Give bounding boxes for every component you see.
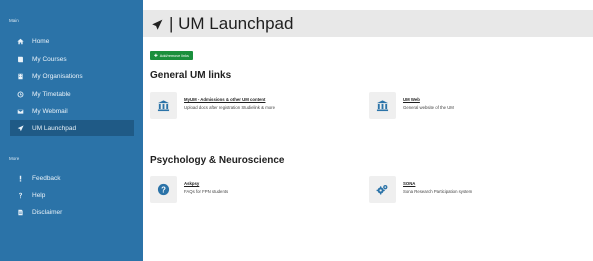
- link-tile-myum[interactable]: [150, 92, 177, 119]
- home-icon: [15, 36, 25, 46]
- sidebar-item-label: My Courses: [32, 55, 67, 63]
- link-desc-sona: Sona Research Participation system: [403, 189, 473, 194]
- question-circle-icon: ?: [157, 183, 170, 196]
- link-card-sona: SONA Sona Research Participation system: [369, 176, 472, 203]
- svg-text:?: ?: [161, 185, 166, 194]
- page-title: | UM Launchpad: [169, 13, 294, 33]
- sidebar-item-label: Feedback: [32, 174, 61, 182]
- sidebar-item-label: Home: [32, 37, 50, 45]
- clock-icon: [15, 89, 25, 99]
- link-desc-umweb: General website of the UM: [403, 105, 454, 110]
- book-icon: [15, 54, 25, 64]
- sidebar-item-label: My Timetable: [32, 90, 71, 98]
- link-tile-sona[interactable]: [369, 176, 396, 203]
- link-desc-askpsy: FAQs for FPN students: [184, 189, 229, 194]
- institution-icon: [376, 100, 389, 112]
- add-remove-links-label: Add/remove links: [159, 53, 189, 58]
- sidebar-item-my-webmail[interactable]: My Webmail: [10, 103, 134, 119]
- sidebar-item-label: My Organisations: [32, 72, 83, 80]
- sidebar: Main Home My Courses My Organisations My…: [0, 0, 143, 261]
- rocket-icon: [151, 18, 163, 30]
- add-remove-links-button[interactable]: ✚ Add/remove links: [150, 51, 193, 60]
- plus-icon: ✚: [154, 52, 158, 58]
- page-header: | UM Launchpad: [143, 10, 593, 37]
- sidebar-section-main: Main: [9, 18, 19, 23]
- question-icon: [15, 190, 25, 200]
- sidebar-item-my-organisations[interactable]: My Organisations: [10, 68, 134, 84]
- document-icon: [15, 207, 25, 217]
- sidebar-item-label: Help: [32, 191, 46, 199]
- institution-icon: [157, 100, 170, 112]
- section-title-psychology: Psychology & Neuroscience: [150, 155, 285, 166]
- exclamation-icon: [15, 173, 25, 183]
- link-tile-askpsy[interactable]: ?: [150, 176, 177, 203]
- link-card-myum: MyUM - Admissions & other UM content Upl…: [150, 92, 275, 119]
- rocket-icon: [15, 123, 25, 133]
- sidebar-item-label: My Webmail: [32, 107, 68, 115]
- sidebar-section-more: More: [9, 156, 20, 161]
- link-tile-umweb[interactable]: [369, 92, 396, 119]
- cogs-icon: [376, 185, 388, 195]
- link-title-sona[interactable]: SONA: [403, 181, 472, 186]
- sidebar-item-help[interactable]: Help: [10, 187, 134, 203]
- envelope-icon: [15, 106, 25, 116]
- sidebar-item-home[interactable]: Home: [10, 33, 134, 49]
- sidebar-item-feedback[interactable]: Feedback: [10, 170, 134, 186]
- sidebar-item-label: UM Launchpad: [32, 124, 77, 132]
- link-card-umweb: UM Web General website of the UM: [369, 92, 454, 119]
- link-title-umweb[interactable]: UM Web: [403, 97, 454, 102]
- sidebar-item-my-timetable[interactable]: My Timetable: [10, 86, 134, 102]
- link-title-askpsy[interactable]: Askpsy: [184, 181, 228, 186]
- link-card-askpsy: ? Askpsy FAQs for FPN students: [150, 176, 228, 203]
- section-title-general: General UM links: [150, 70, 232, 81]
- building-icon: [15, 71, 25, 81]
- sidebar-item-my-courses[interactable]: My Courses: [10, 51, 134, 67]
- link-desc-myum: Upload docs after registration Studielin…: [184, 105, 275, 110]
- sidebar-item-um-launchpad[interactable]: UM Launchpad: [10, 120, 134, 136]
- sidebar-item-label: Disclaimer: [32, 208, 63, 216]
- main-content: | UM Launchpad ✚ Add/remove links Genera…: [143, 0, 593, 261]
- link-title-myum[interactable]: MyUM - Admissions & other UM content: [184, 97, 275, 102]
- sidebar-item-disclaimer[interactable]: Disclaimer: [10, 204, 134, 220]
